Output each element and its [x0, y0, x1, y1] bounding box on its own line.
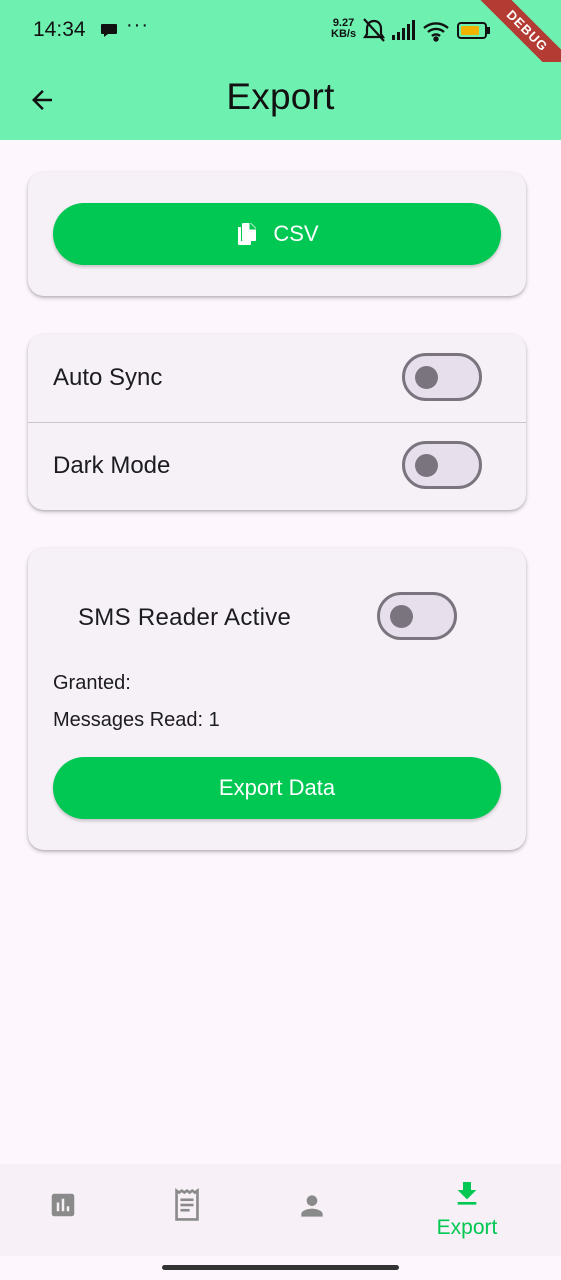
auto-sync-label: Auto Sync — [53, 364, 163, 391]
message-icon — [101, 24, 117, 37]
export-data-button[interactable]: Export Data — [53, 757, 501, 819]
bar-chart-icon — [51, 1193, 75, 1217]
network-speed-unit: KB/s — [331, 28, 357, 40]
nav-export-label: Export — [436, 1216, 498, 1239]
bell-off-icon — [362, 18, 386, 42]
sms-reader-label: SMS Reader Active — [78, 604, 292, 631]
signal-icon — [392, 20, 415, 40]
nav-item-receipts[interactable] — [117, 1164, 257, 1256]
messages-read-text: Messages Read: 1 — [53, 709, 220, 731]
receipt-icon — [175, 1188, 199, 1221]
status-bar: 14:34 ··· 9.27 KB/s — [0, 0, 561, 62]
battery-icon — [457, 22, 490, 39]
nav-item-profile[interactable] — [242, 1164, 382, 1256]
gesture-bar[interactable] — [162, 1265, 399, 1270]
csv-button-label: CSV — [273, 221, 319, 246]
person-icon — [301, 1195, 323, 1217]
granted-text: Granted: — [53, 672, 131, 694]
switch-thumb — [390, 605, 413, 628]
file-copy-icon — [238, 223, 257, 245]
status-more-dots: ··· — [126, 14, 149, 36]
app-bar: Export — [0, 62, 561, 140]
status-icons — [362, 18, 490, 42]
nav-item-stats[interactable] — [0, 1164, 133, 1256]
csv-export-button[interactable]: CSV — [53, 203, 501, 265]
export-format-card: CSV — [28, 172, 526, 296]
network-speed: 9.27 KB/s — [331, 18, 356, 40]
nav-item-export[interactable]: Export — [397, 1164, 537, 1256]
export-data-label: Export Data — [218, 775, 336, 800]
status-time: 14:34 — [33, 18, 86, 41]
download-icon — [457, 1182, 477, 1205]
page-title: Export — [226, 76, 335, 117]
auto-sync-switch[interactable] — [402, 353, 482, 401]
bottom-navigation: Export — [0, 1164, 561, 1256]
auto-sync-row: Auto Sync — [28, 334, 526, 422]
sms-reader-switch[interactable] — [377, 592, 457, 640]
wifi-icon — [423, 22, 449, 42]
dark-mode-label: Dark Mode — [53, 452, 171, 479]
settings-card: Auto Sync Dark Mode — [28, 334, 526, 510]
dark-mode-row: Dark Mode — [28, 422, 526, 510]
switch-thumb — [415, 454, 438, 477]
dark-mode-switch[interactable] — [402, 441, 482, 489]
sms-reader-card: SMS Reader Active Granted: Messages Read… — [28, 548, 526, 850]
switch-thumb — [415, 366, 438, 389]
